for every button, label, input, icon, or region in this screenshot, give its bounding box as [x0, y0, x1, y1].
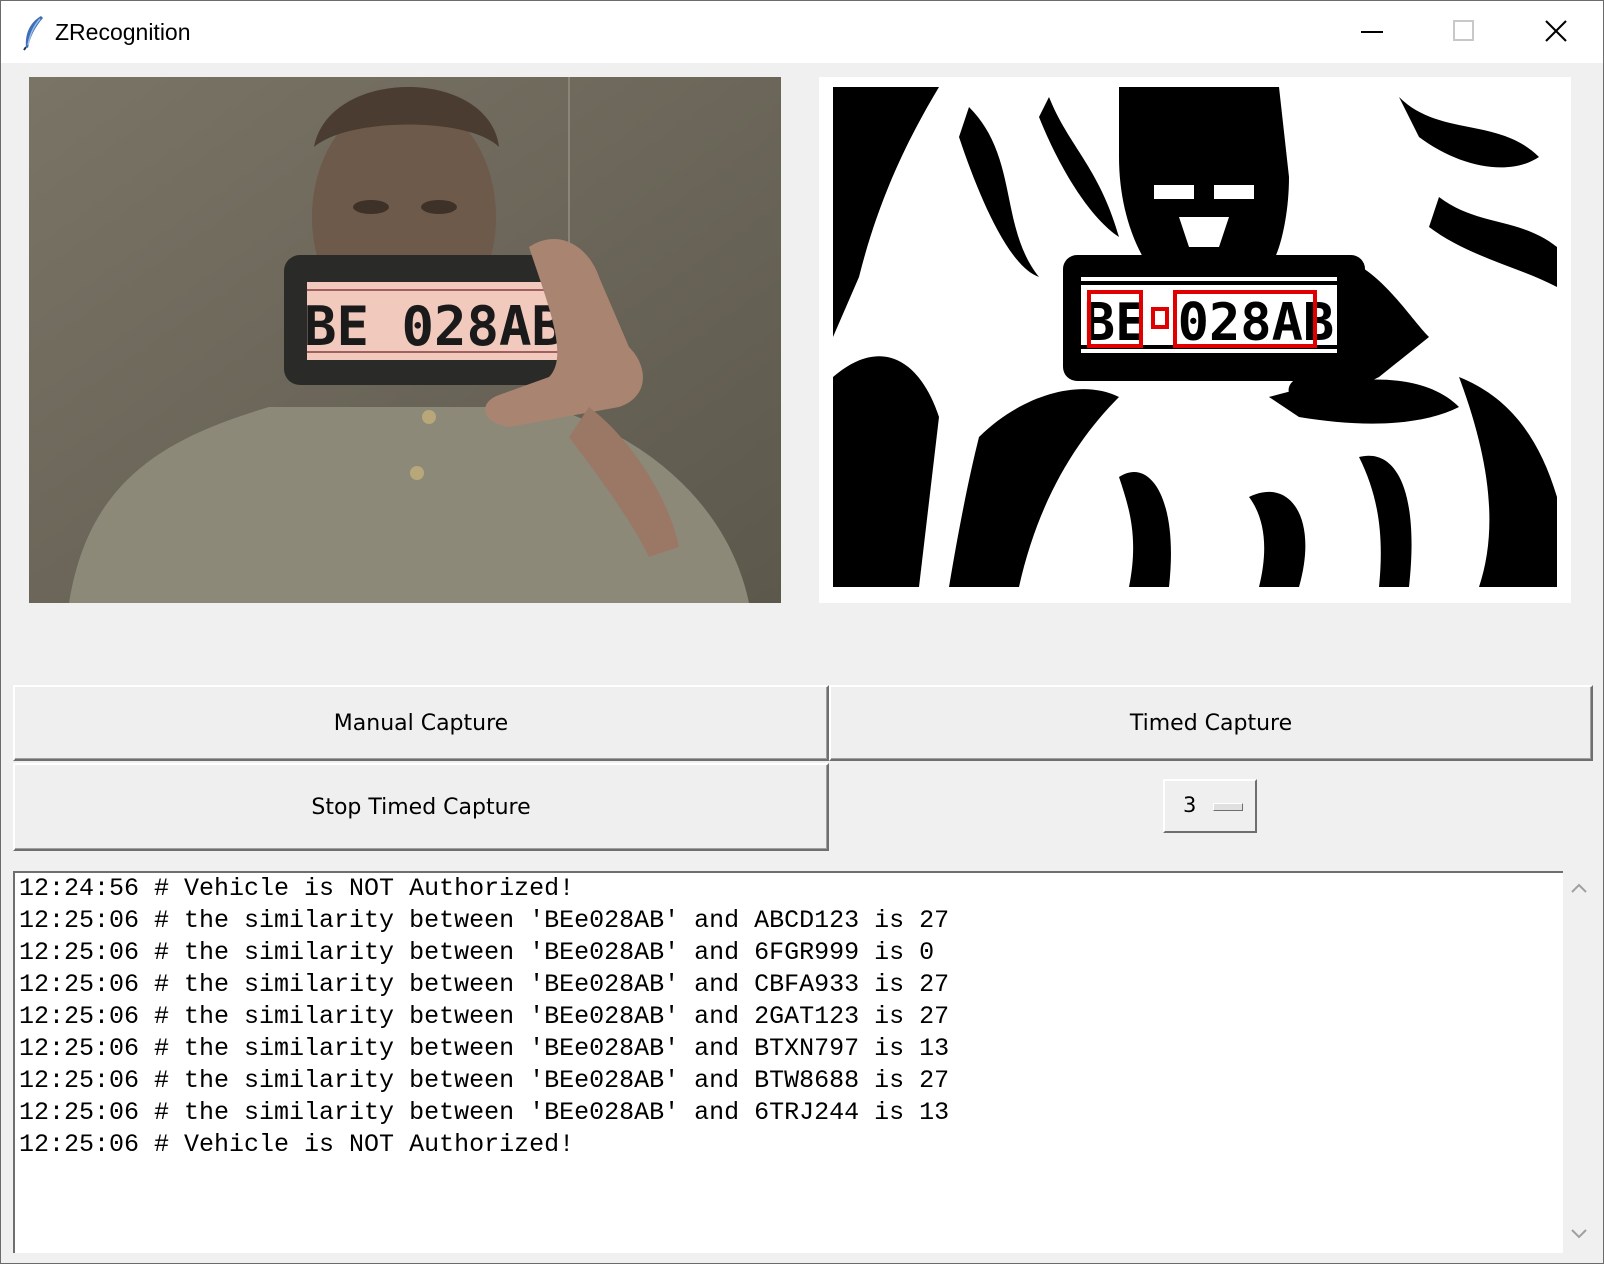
maximize-button[interactable]: [1419, 1, 1511, 63]
log-line: 12:25:06 # the similarity between 'BEe02…: [19, 1066, 950, 1095]
log-line: 12:25:06 # Vehicle is NOT Authorized!: [19, 1130, 575, 1159]
stop-timed-capture-button[interactable]: Stop Timed Capture: [13, 763, 829, 851]
interval-option-menu[interactable]: 3: [1163, 779, 1257, 833]
minimize-button[interactable]: [1327, 1, 1419, 63]
minimize-icon: [1361, 31, 1383, 33]
window-title: ZRecognition: [55, 19, 191, 45]
manual-capture-button[interactable]: Manual Capture: [13, 685, 829, 761]
camera-feed: BE 028AB: [29, 77, 781, 603]
log-line: 12:25:06 # the similarity between 'BEe02…: [19, 906, 950, 935]
log-line: 12:25:06 # the similarity between 'BEe02…: [19, 970, 950, 999]
processed-image: BE 028AB: [819, 77, 1571, 603]
log-line: 12:25:06 # the similarity between 'BEe02…: [19, 1002, 950, 1031]
interval-value: 3: [1183, 793, 1197, 817]
log-line: 12:25:06 # the similarity between 'BEe02…: [19, 1034, 950, 1063]
scroll-up-icon[interactable]: [1570, 881, 1588, 895]
scroll-down-icon[interactable]: [1570, 1227, 1588, 1241]
close-button[interactable]: [1511, 1, 1603, 63]
timed-capture-button[interactable]: Timed Capture: [829, 685, 1593, 761]
feather-icon: [23, 16, 43, 51]
log-line: 12:25:06 # the similarity between 'BEe02…: [19, 938, 935, 967]
log-line: 12:25:06 # the similarity between 'BEe02…: [19, 1098, 950, 1127]
close-icon: [1545, 20, 1567, 42]
log-line: 12:24:56 # Vehicle is NOT Authorized!: [19, 874, 575, 903]
log-scrollbar[interactable]: [1563, 871, 1595, 1253]
option-menu-indicator-icon: [1213, 803, 1243, 811]
app-window: ZRecognition BE 028AB BE 028AB Manual Ca…: [0, 0, 1604, 1264]
camera-image: BE 028AB: [29, 77, 781, 603]
plate-text: BE 028AB: [304, 295, 564, 358]
log-textbox[interactable]: 12:24:56 # Vehicle is NOT Authorized! 12…: [13, 871, 1563, 1253]
maximize-icon: [1453, 20, 1474, 41]
processed-feed: BE 028AB: [819, 77, 1571, 603]
title-bar[interactable]: ZRecognition: [1, 1, 1603, 63]
